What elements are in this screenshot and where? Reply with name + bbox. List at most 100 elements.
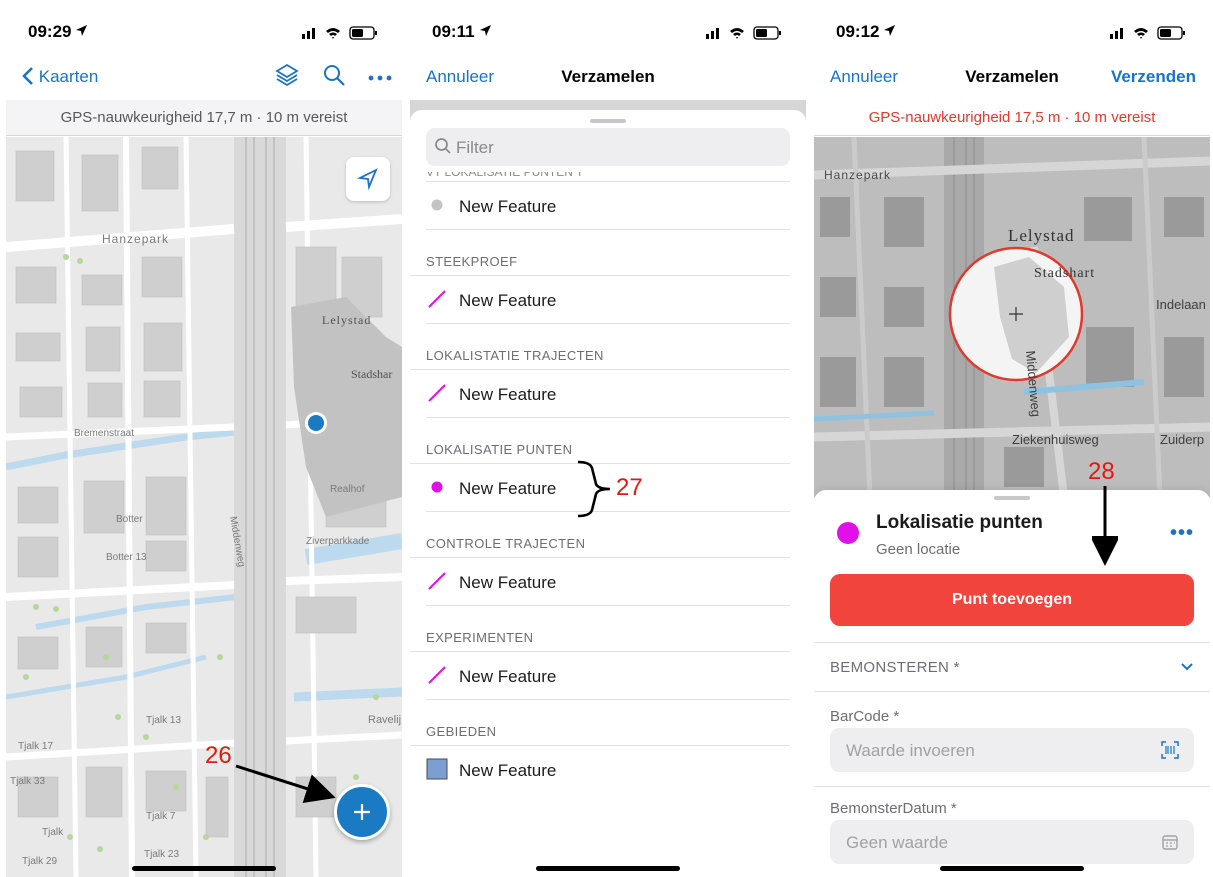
- status-bar: 09:12: [814, 0, 1210, 56]
- back-button[interactable]: Kaarten: [22, 67, 98, 87]
- map-canvas: Hanzepark Lelystad Stadshar Bremenstraat…: [6, 137, 402, 877]
- home-indicator: [940, 866, 1084, 871]
- filter-input[interactable]: Filter: [426, 128, 790, 166]
- map-canvas: Lelystad Stadshart Hanzepark Middenweg Z…: [814, 137, 1210, 497]
- list-header-cut: VT LOKALISATIE PUNTEN T: [426, 172, 790, 182]
- status-bar: 09:11: [410, 0, 806, 56]
- send-button[interactable]: Verzenden: [1111, 67, 1196, 87]
- more-icon[interactable]: [368, 68, 392, 86]
- filter-placeholder: Filter: [456, 138, 494, 157]
- nav-bar: Annuleer Verzamelen: [410, 56, 806, 100]
- section-header: EXPERIMENTEN: [410, 606, 790, 652]
- barcode-scan-icon[interactable]: [1160, 740, 1180, 765]
- list-item[interactable]: New Feature: [426, 652, 790, 700]
- svg-text:Tjalk 13: Tjalk 13: [146, 715, 181, 726]
- line-symbol-icon: [428, 290, 446, 308]
- gps-accuracy-banner: GPS-nauwkeurigheid 17,5 m · 10 m vereist: [814, 100, 1210, 136]
- cancel-button[interactable]: Annuleer: [830, 67, 898, 87]
- section-bemonsteren[interactable]: BEMONSTEREN *: [814, 642, 1210, 692]
- line-symbol-icon: [428, 572, 446, 590]
- screen-collect-list: 09:11 Annuleer Verzamelen Filter VT LOKA…: [410, 0, 806, 877]
- status-indicators-icon: [1110, 26, 1185, 40]
- svg-text:Ravelij: Ravelij: [368, 714, 401, 726]
- barcode-input[interactable]: Waarde invoeren: [830, 728, 1194, 772]
- grey-dot-icon: [431, 199, 443, 211]
- list-item[interactable]: New Feature: [426, 182, 790, 230]
- svg-text:Tjalk 17: Tjalk 17: [18, 741, 53, 752]
- home-indicator: [536, 866, 680, 871]
- status-time: 09:11: [432, 22, 475, 41]
- location-arrow-icon: [883, 22, 896, 42]
- add-point-button[interactable]: Punt toevoegen: [830, 574, 1194, 626]
- svg-text:Tjalk 29: Tjalk 29: [22, 856, 57, 867]
- svg-text:Tjalk 23: Tjalk 23: [144, 849, 179, 860]
- chevron-down-icon: [1180, 659, 1194, 677]
- layer-title: Lokalisatie punten: [876, 512, 1043, 533]
- locate-button[interactable]: [346, 157, 390, 201]
- screen-collect-form: 09:12 Annuleer Verzamelen Verzenden GPS-…: [814, 0, 1210, 877]
- annotation-brace-27: [577, 460, 611, 518]
- sampledate-label: BemonsterDatum *: [830, 800, 957, 817]
- sampledate-input[interactable]: Geen waarde: [830, 820, 1194, 864]
- svg-text:Botter 13: Botter 13: [106, 552, 147, 563]
- back-chevron-icon: [22, 67, 34, 86]
- status-bar: 09:29: [6, 0, 402, 56]
- screen-map: 09:29 Kaarten GPS-nauwkeurigheid 17,7 m …: [6, 0, 402, 877]
- status-time: 09:12: [836, 22, 880, 41]
- search-icon: [434, 137, 452, 160]
- more-icon[interactable]: •••: [1170, 522, 1194, 545]
- divider: [814, 786, 1210, 787]
- panel-grabber[interactable]: [994, 496, 1030, 500]
- svg-text:Tjalk 7: Tjalk 7: [146, 811, 176, 822]
- svg-text:Botter: Botter: [116, 514, 143, 525]
- svg-text:Zuiderp: Zuiderp: [1160, 432, 1204, 447]
- search-icon[interactable]: [322, 63, 346, 92]
- svg-text:Stadshart: Stadshart: [1034, 266, 1095, 281]
- polygon-symbol-icon: [426, 758, 448, 780]
- section-label: BEMONSTEREN *: [830, 659, 960, 676]
- svg-text:Indelaan: Indelaan: [1156, 297, 1206, 312]
- cancel-button[interactable]: Annuleer: [426, 67, 494, 87]
- svg-text:Tjalk 33: Tjalk 33: [10, 776, 45, 787]
- layers-icon[interactable]: [274, 62, 300, 93]
- status-time: 09:29: [28, 22, 72, 41]
- svg-text:Realhof: Realhof: [330, 484, 365, 495]
- status-indicators-icon: [706, 26, 781, 40]
- line-symbol-icon: [428, 666, 446, 684]
- annotation-27: 27: [616, 474, 643, 501]
- sheet-grabber[interactable]: [590, 119, 626, 123]
- list-item[interactable]: New Feature: [426, 370, 790, 418]
- section-header: LOKALISTATIE TRAJECTEN: [410, 324, 790, 370]
- back-label: Kaarten: [38, 67, 99, 86]
- magenta-dot-icon: [431, 481, 443, 493]
- locate-icon: [346, 168, 390, 205]
- map-view[interactable]: Lelystad Stadshart Hanzepark Middenweg Z…: [814, 137, 1210, 497]
- list-item[interactable]: New Feature: [426, 276, 790, 324]
- svg-text:Ziekenhuisweg: Ziekenhuisweg: [1012, 432, 1099, 447]
- barcode-placeholder: Waarde invoeren: [846, 741, 975, 760]
- location-arrow-icon: [75, 22, 88, 42]
- location-status: Geen locatie: [876, 541, 961, 558]
- svg-text:Ziverparkkade: Ziverparkkade: [306, 536, 370, 547]
- gps-accuracy-banner: GPS-nauwkeurigheid 17,7 m · 10 m vereist: [6, 100, 402, 136]
- svg-text:Bremenstraat: Bremenstraat: [74, 428, 134, 439]
- layer-symbol-icon: [837, 522, 859, 544]
- nav-bar: Annuleer Verzamelen Verzenden: [814, 56, 1210, 100]
- calendar-icon[interactable]: [1160, 832, 1180, 857]
- svg-text:Stadshar: Stadshar: [351, 367, 392, 381]
- list-item[interactable]: New Feature: [426, 746, 790, 794]
- current-location-dot: [308, 415, 324, 431]
- add-button[interactable]: [334, 784, 390, 840]
- list-item[interactable]: New Feature: [426, 558, 790, 606]
- section-header: GEBIEDEN: [410, 700, 790, 746]
- map-view[interactable]: Hanzepark Lelystad Stadshar Bremenstraat…: [6, 137, 402, 877]
- svg-text:Hanzepark: Hanzepark: [102, 232, 169, 246]
- svg-text:Tjalk: Tjalk: [42, 827, 64, 838]
- svg-text:Lelystad: Lelystad: [322, 313, 371, 327]
- barcode-label: BarCode *: [830, 708, 900, 725]
- svg-text:Hanzepark: Hanzepark: [824, 168, 891, 182]
- status-indicators-icon: [302, 26, 377, 40]
- annotation-26: 26: [205, 742, 232, 769]
- svg-text:Lelystad: Lelystad: [1008, 226, 1075, 245]
- annotation-arrow-26: [235, 764, 336, 803]
